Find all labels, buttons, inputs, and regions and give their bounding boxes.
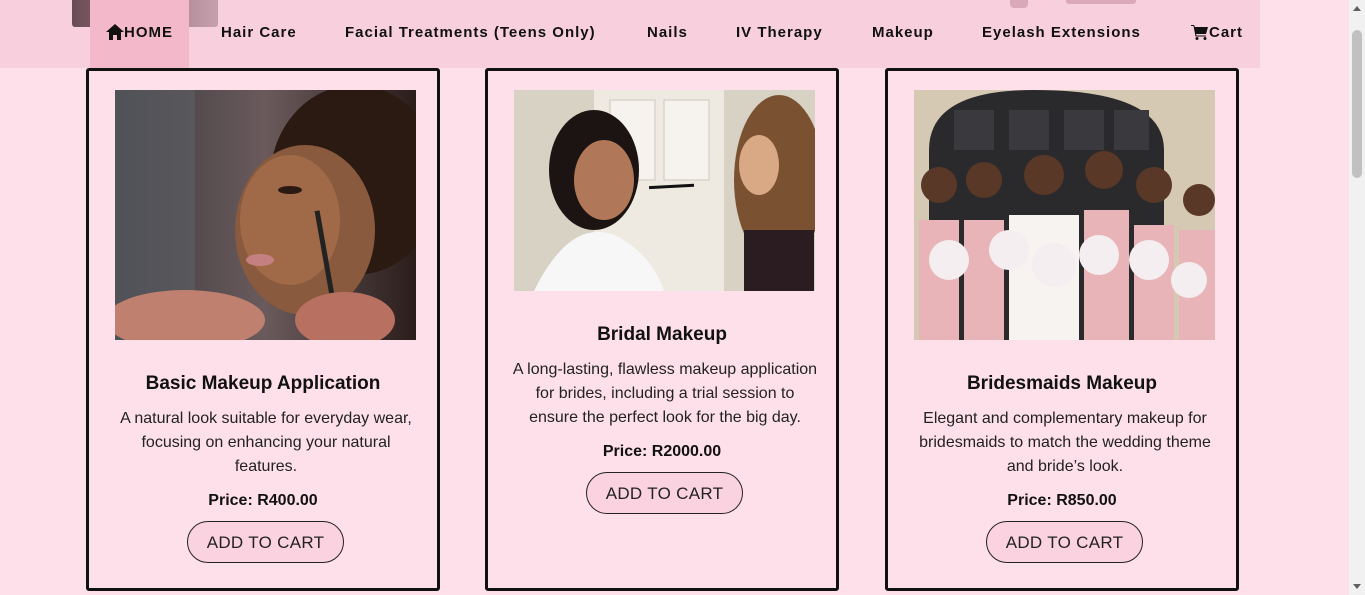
nav-item-eyelash-extensions[interactable]: Eyelash Extensions bbox=[982, 0, 1141, 68]
add-to-cart-button[interactable]: ADD TO CART bbox=[986, 521, 1143, 563]
nav-item-iv-therapy[interactable]: IV Therapy bbox=[736, 0, 823, 68]
cart-icon bbox=[1191, 3, 1209, 69]
product-card: Basic Makeup Application A natural look … bbox=[86, 68, 440, 591]
product-image bbox=[914, 90, 1215, 340]
add-to-cart-button[interactable]: ADD TO CART bbox=[586, 472, 743, 514]
nav-item-label: Cart bbox=[1209, 24, 1244, 41]
product-description: A natural look suitable for everyday wea… bbox=[120, 410, 412, 475]
product-title: Basic Makeup Application bbox=[145, 373, 381, 394]
nav-item-label: Makeup bbox=[872, 24, 934, 41]
product-card: Bridesmaids Makeup Elegant and complemen… bbox=[885, 68, 1239, 591]
scrollbar-thumb[interactable] bbox=[1352, 30, 1362, 178]
nav-item-label: Facial Treatments (Teens Only) bbox=[345, 24, 596, 41]
product-card: Bridal Makeup A long-lasting, flawless m… bbox=[485, 68, 839, 591]
nav-item-label: HOME bbox=[124, 24, 173, 41]
nav-item-makeup[interactable]: Makeup bbox=[872, 0, 934, 68]
scroll-up-arrow-icon[interactable] bbox=[1353, 6, 1361, 11]
nav-item-label: IV Therapy bbox=[736, 24, 823, 41]
product-image bbox=[115, 90, 416, 340]
nav-item-hair-care[interactable]: Hair Care bbox=[221, 0, 297, 68]
nav-item-label: Nails bbox=[647, 24, 688, 41]
product-image bbox=[514, 90, 815, 291]
product-title: Bridal Makeup bbox=[597, 324, 727, 345]
add-to-cart-button[interactable]: ADD TO CART bbox=[187, 521, 344, 563]
nav-item-cart[interactable]: Cart bbox=[1191, 0, 1243, 68]
nav-item-label: Eyelash Extensions bbox=[982, 24, 1141, 41]
home-icon bbox=[106, 3, 124, 69]
nav-item-nails[interactable]: Nails bbox=[647, 0, 688, 68]
scroll-down-arrow-icon[interactable] bbox=[1353, 584, 1361, 589]
vertical-scrollbar[interactable] bbox=[1349, 0, 1365, 595]
product-description: A long-lasting, flawless makeup applicat… bbox=[512, 361, 818, 426]
product-price: Price: R400.00 bbox=[208, 492, 318, 509]
product-description: Elegant and complementary makeup for bri… bbox=[919, 410, 1211, 475]
product-price: Price: R850.00 bbox=[1007, 492, 1117, 509]
product-price: Price: R2000.00 bbox=[602, 443, 722, 460]
top-navigation: HOME Hair Care Facial Treatments (Teens … bbox=[0, 0, 1260, 68]
nav-item-label: Hair Care bbox=[221, 24, 297, 41]
product-title: Bridesmaids Makeup bbox=[966, 373, 1158, 394]
nav-item-home[interactable]: HOME bbox=[90, 0, 189, 68]
nav-item-facial-treatments[interactable]: Facial Treatments (Teens Only) bbox=[345, 0, 596, 68]
